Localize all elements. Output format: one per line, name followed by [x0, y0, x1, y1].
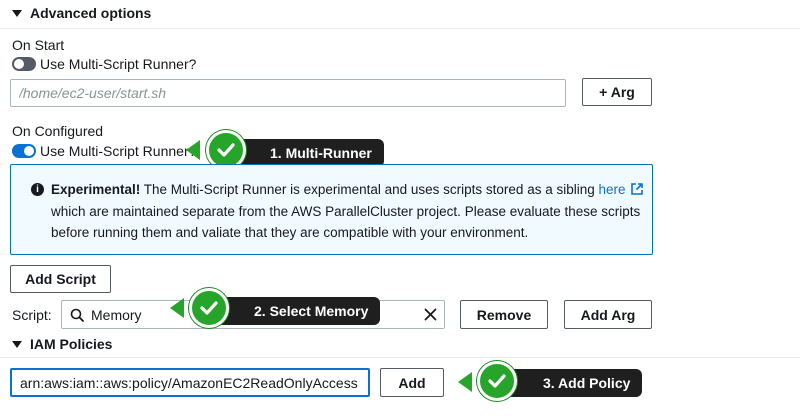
- clear-icon[interactable]: [424, 308, 437, 321]
- callout-pointer: [458, 372, 472, 392]
- remove-button[interactable]: Remove: [460, 300, 548, 329]
- callout-step1: 1. Multi-Runner: [230, 139, 384, 167]
- on-start-multirunner-toggle[interactable]: [12, 57, 36, 71]
- on-start-label: On Start: [12, 37, 65, 53]
- toggle-knob: [24, 146, 34, 156]
- info-line-2: which are maintained separate from the A…: [51, 204, 641, 219]
- here-link[interactable]: here: [598, 182, 625, 197]
- experimental-info-alert: i Experimental! The Multi-Script Runner …: [10, 164, 653, 255]
- callout-step2: 2. Select Memory: [214, 297, 381, 325]
- check-icon: [477, 361, 517, 401]
- on-start-toggle-label: Use Multi-Script Runner?: [40, 56, 197, 72]
- callout-step3-text: 3. Add Policy: [543, 375, 631, 391]
- info-line-1: Experimental! The Multi-Script Runner is…: [51, 179, 651, 200]
- callout-pointer: [186, 140, 200, 160]
- add-policy-button[interactable]: Add: [380, 368, 444, 397]
- caret-down-icon: [12, 9, 22, 17]
- search-icon: [70, 308, 84, 322]
- script-label: Script:: [12, 307, 52, 323]
- iam-policies-title: IAM Policies: [30, 336, 113, 352]
- check-icon: [189, 288, 229, 328]
- callout-step2-text: 2. Select Memory: [254, 303, 369, 319]
- divider: [0, 357, 800, 358]
- divider: [0, 28, 800, 29]
- caret-down-icon: [12, 340, 22, 348]
- callout-pointer: [170, 298, 184, 318]
- on-configured-label: On Configured: [12, 123, 104, 139]
- advanced-options-header[interactable]: Advanced options: [12, 5, 151, 21]
- toggle-knob: [14, 59, 24, 69]
- info-icon: i: [31, 183, 44, 196]
- on-configured-multirunner-toggle[interactable]: [12, 144, 36, 158]
- info-line-3: before running them and valiate that the…: [51, 225, 529, 240]
- iam-policies-header[interactable]: IAM Policies: [12, 336, 112, 352]
- info-bold: Experimental!: [51, 182, 141, 197]
- callout-step3: 3. Add Policy: [503, 369, 643, 397]
- on-start-script-input[interactable]: [10, 79, 566, 107]
- callout-step1-text: 1. Multi-Runner: [270, 145, 372, 161]
- on-configured-toggle-label: Use Multi-Script Runner?: [40, 143, 197, 159]
- iam-policy-input[interactable]: [10, 368, 370, 397]
- external-link-icon: [631, 183, 644, 195]
- add-script-button[interactable]: Add Script: [10, 265, 111, 293]
- advanced-options-title: Advanced options: [30, 5, 152, 21]
- add-arg-script-button[interactable]: Add Arg: [564, 300, 652, 329]
- add-arg-button[interactable]: + Arg: [582, 78, 652, 106]
- script-select-value: Memory: [91, 307, 142, 323]
- info-text: The Multi-Script Runner is experimental …: [140, 182, 599, 197]
